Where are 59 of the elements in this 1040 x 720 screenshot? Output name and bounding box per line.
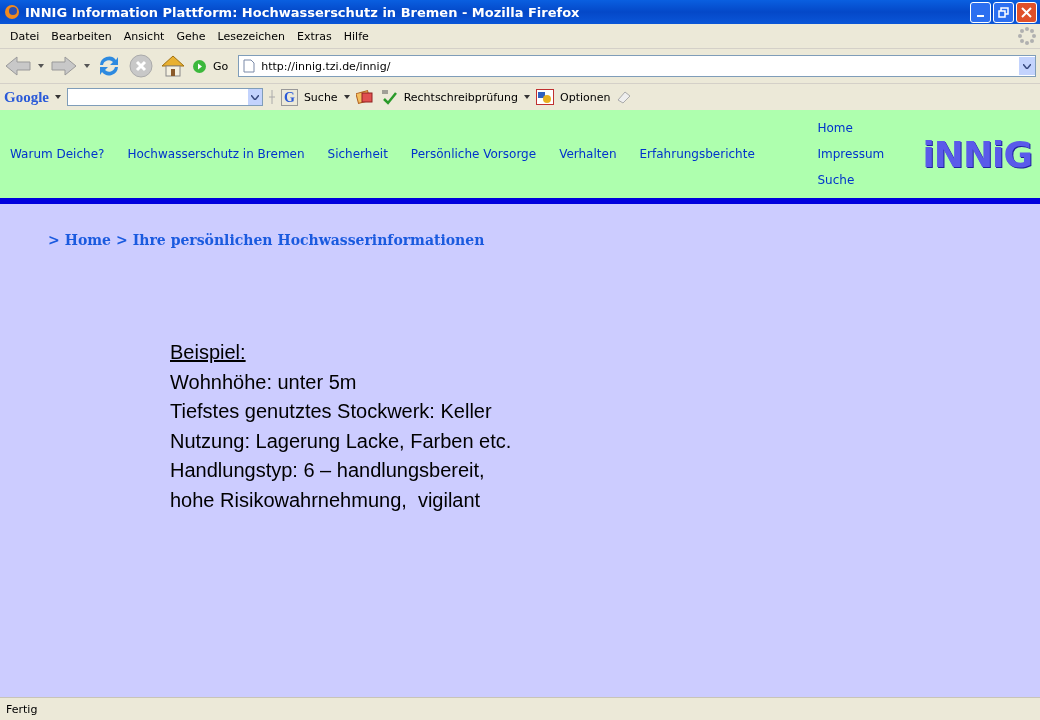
search-field[interactable]	[67, 88, 263, 106]
breadcrumb-current: Ihre persönlichen Hochwasserinformationen	[132, 232, 485, 248]
menu-item[interactable]: Lesezeichen	[211, 27, 291, 45]
address-field[interactable]: http://innig.tzi.de/innig/	[238, 55, 1036, 77]
menu-item[interactable]: Datei	[4, 27, 46, 45]
menu-item[interactable]: Extras	[291, 27, 338, 45]
nav-link[interactable]: Hochwasserschutz in Bremen	[127, 147, 305, 161]
options-icon[interactable]	[536, 89, 554, 105]
example-heading: Beispiel:	[170, 340, 247, 365]
example-line: hohe Risikowahrnehmung, vigilant	[170, 487, 482, 513]
go-button[interactable]: Go	[213, 59, 229, 73]
spellcheck-button[interactable]: Rechtschreibprüfung	[403, 90, 518, 104]
menu-item[interactable]: Gehe	[170, 27, 212, 45]
grip-icon	[269, 90, 275, 104]
minimize-icon	[977, 14, 984, 17]
go-icon[interactable]	[192, 58, 207, 74]
browser-logo-icon	[4, 4, 20, 20]
header-link[interactable]: Impressum	[817, 147, 923, 161]
close-button[interactable]	[1016, 1, 1037, 23]
dropdown-caret-icon[interactable]	[251, 94, 259, 100]
site-logo[interactable]: iNNiG	[922, 133, 1032, 175]
options-button[interactable]: Optionen	[560, 90, 611, 104]
minimize-button[interactable]	[970, 1, 991, 23]
nav-link[interactable]: Verhalten	[559, 147, 617, 161]
dropdown-caret-icon[interactable]	[38, 64, 44, 68]
window-title: INNIG Information Plattform: Hochwasserschutz in Bremen - Mozilla Firefox	[25, 4, 581, 20]
nav-link[interactable]: Erfahrungsberichte	[639, 147, 755, 161]
dropdown-caret-icon[interactable]	[84, 64, 90, 68]
example-line: Nutzung: Lagerung Lacke, Farben etc.	[170, 428, 513, 454]
nav-link[interactable]: Sicherheit	[327, 147, 388, 161]
throbber-icon	[1018, 27, 1036, 45]
menu-item[interactable]: Bearbeiten	[45, 27, 118, 45]
breadcrumb-separator: >	[116, 232, 128, 248]
header-link[interactable]: Home	[817, 121, 923, 135]
home-icon[interactable]	[160, 53, 186, 79]
close-icon	[1021, 6, 1032, 18]
menu-item[interactable]: Ansicht	[117, 27, 171, 45]
search-engine-button[interactable]: G	[281, 88, 298, 106]
search-button[interactable]: Suche	[303, 90, 338, 104]
menu-item[interactable]: Hilfe	[337, 27, 375, 45]
nav-link[interactable]: Warum Deiche?	[10, 147, 105, 161]
dropdown-caret-icon[interactable]	[524, 95, 530, 99]
dropdown-caret-icon[interactable]	[343, 95, 350, 99]
google-logo[interactable]: Google	[4, 88, 49, 106]
example-line: Wohnhöhe: unter 5m	[170, 369, 358, 395]
page-icon	[243, 59, 256, 73]
header-link[interactable]: Suche	[817, 173, 923, 187]
nav-link[interactable]: Persönliche Vorsorge	[410, 147, 537, 161]
blocked-popups-icon[interactable]	[355, 89, 374, 105]
dropdown-caret-icon[interactable]	[55, 95, 61, 99]
dropdown-caret-icon[interactable]	[1023, 63, 1031, 69]
example-line: Tiefstes genutztes Stockwerk: Keller	[170, 399, 493, 424]
breadcrumb-separator: >	[48, 232, 60, 248]
breadcrumb-link[interactable]: Home	[64, 232, 112, 248]
status-text: Fertig	[6, 702, 38, 716]
restore-icon	[998, 6, 1009, 18]
restore-button[interactable]	[993, 1, 1014, 23]
spellcheck-icon[interactable]	[379, 89, 398, 105]
example-line: Handlungstyp: 6 – handlungsbereit,	[170, 458, 486, 483]
